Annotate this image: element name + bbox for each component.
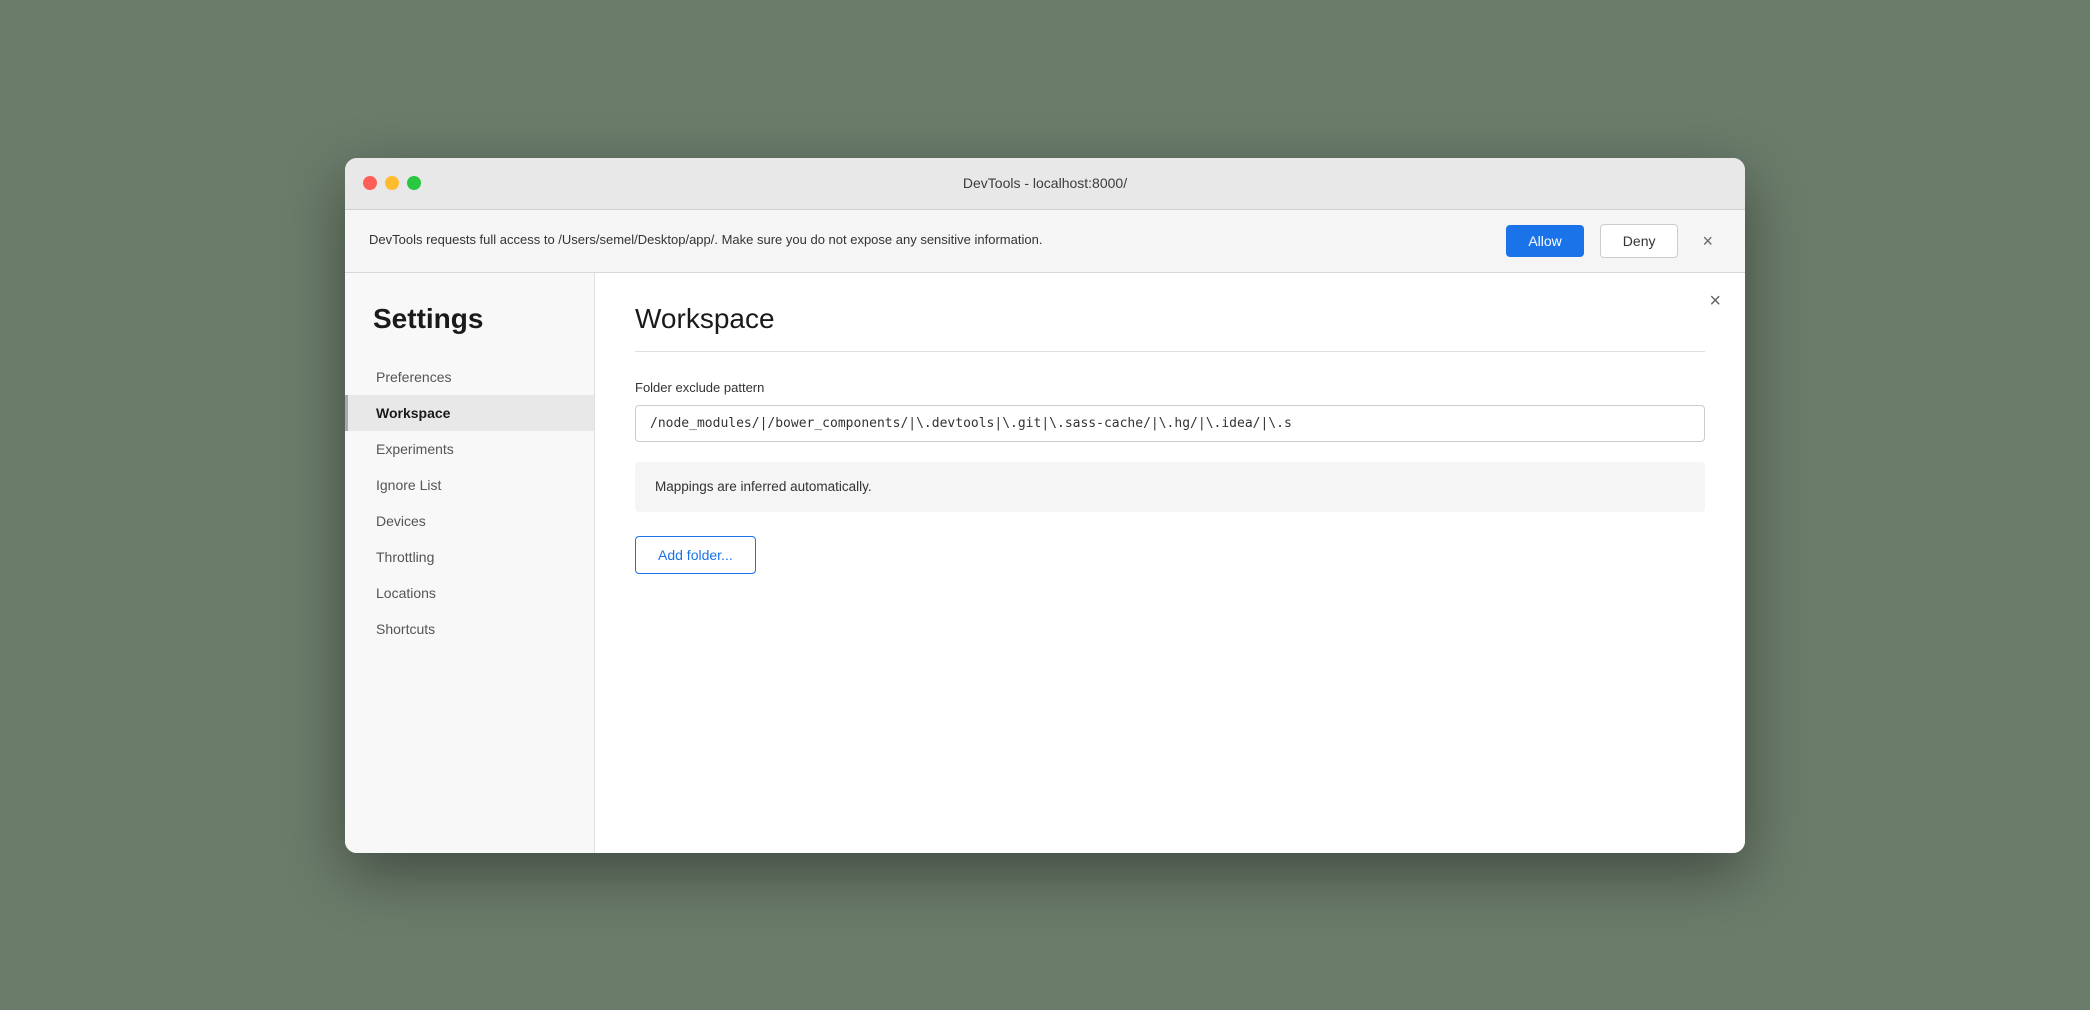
permission-text: DevTools requests full access to /Users/… [369, 231, 1490, 249]
permission-banner: DevTools requests full access to /Users/… [345, 210, 1745, 273]
allow-button[interactable]: Allow [1506, 225, 1583, 257]
minimize-window-button[interactable] [385, 176, 399, 190]
banner-close-button[interactable]: × [1694, 228, 1721, 254]
sidebar-item-shortcuts[interactable]: Shortcuts [345, 611, 594, 647]
sidebar-item-workspace[interactable]: Workspace [345, 395, 594, 431]
panel-title: Workspace [635, 303, 1705, 335]
panel-divider [635, 351, 1705, 352]
devtools-window: DevTools - localhost:8000/ DevTools requ… [345, 158, 1745, 853]
sidebar-item-throttling[interactable]: Throttling [345, 539, 594, 575]
deny-button[interactable]: Deny [1600, 224, 1679, 258]
info-message: Mappings are inferred automatically. [655, 479, 872, 494]
sidebar-item-experiments[interactable]: Experiments [345, 431, 594, 467]
sidebar-item-preferences[interactable]: Preferences [345, 359, 594, 395]
settings-heading: Settings [345, 303, 594, 359]
info-box: Mappings are inferred automatically. [635, 462, 1705, 512]
window-controls [363, 176, 421, 190]
settings-panel: × Workspace Folder exclude pattern Mappi… [595, 273, 1745, 853]
folder-exclude-label: Folder exclude pattern [635, 380, 1705, 395]
close-window-button[interactable] [363, 176, 377, 190]
sidebar-item-ignore-list[interactable]: Ignore List [345, 467, 594, 503]
main-content: Settings Preferences Workspace Experimen… [345, 273, 1745, 853]
panel-close-button[interactable]: × [1709, 291, 1721, 311]
folder-exclude-input[interactable] [635, 405, 1705, 442]
add-folder-button[interactable]: Add folder... [635, 536, 756, 574]
maximize-window-button[interactable] [407, 176, 421, 190]
sidebar-item-devices[interactable]: Devices [345, 503, 594, 539]
settings-sidebar: Settings Preferences Workspace Experimen… [345, 273, 595, 853]
title-bar: DevTools - localhost:8000/ [345, 158, 1745, 210]
window-title: DevTools - localhost:8000/ [963, 175, 1127, 191]
sidebar-item-locations[interactable]: Locations [345, 575, 594, 611]
